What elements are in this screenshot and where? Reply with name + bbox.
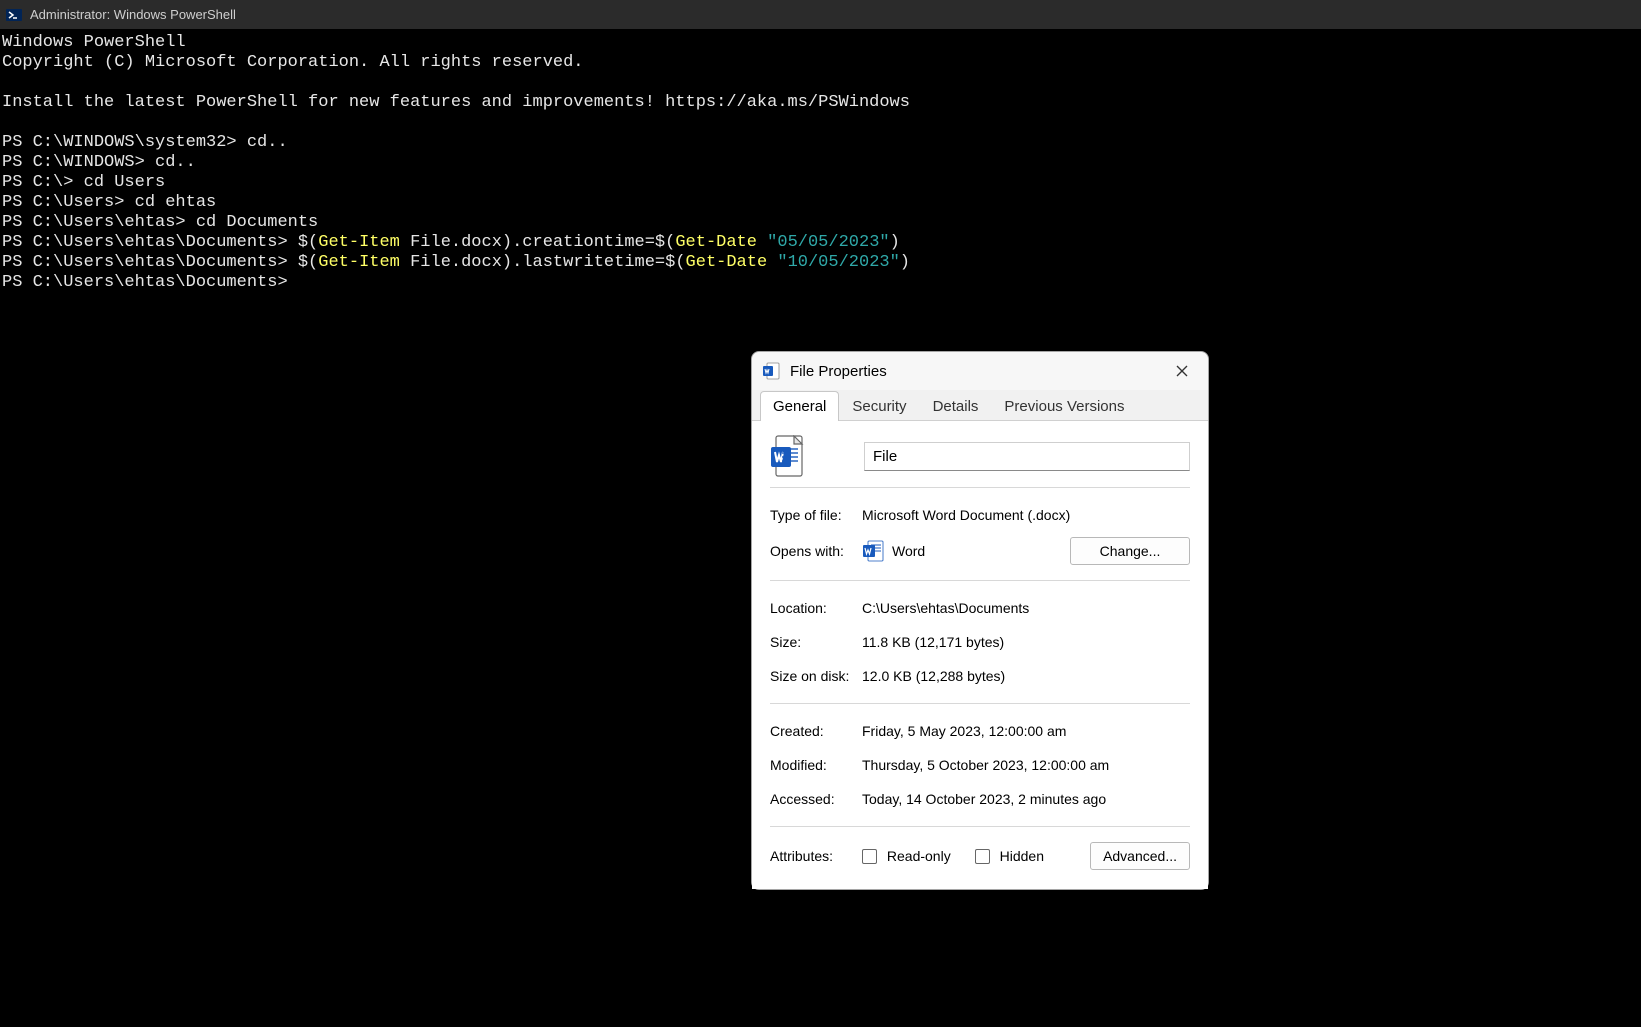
- hidden-label: Hidden: [1000, 848, 1044, 864]
- location-value: C:\Users\ehtas\Documents: [862, 600, 1190, 616]
- size-label: Size:: [770, 634, 862, 650]
- terminal-line: PS C:\Users\ehtas\Documents> $(Get-Item …: [2, 233, 1639, 253]
- terminal-line: [2, 73, 1639, 93]
- window-title: Administrator: Windows PowerShell: [30, 7, 236, 22]
- size-on-disk-value: 12.0 KB (12,288 bytes): [862, 668, 1190, 684]
- hidden-checkbox[interactable]: [975, 849, 990, 864]
- terminal-line: PS C:\WINDOWS> cd..: [2, 153, 1639, 173]
- tab-general[interactable]: General: [760, 391, 839, 421]
- dialog-title-text: File Properties: [790, 363, 1166, 380]
- tab-security[interactable]: Security: [839, 391, 919, 421]
- size-value: 11.8 KB (12,171 bytes): [862, 634, 1190, 650]
- type-of-file-value: Microsoft Word Document (.docx): [862, 507, 1190, 523]
- terminal-line: PS C:\Users\ehtas\Documents> $(Get-Item …: [2, 253, 1639, 273]
- attributes-label: Attributes:: [770, 848, 862, 864]
- tab-strip: GeneralSecurityDetailsPrevious Versions: [752, 390, 1208, 421]
- terminal-output[interactable]: Windows PowerShellCopyright (C) Microsof…: [0, 29, 1641, 297]
- word-doc-icon: [762, 362, 780, 380]
- dialog-titlebar[interactable]: File Properties: [752, 352, 1208, 390]
- accessed-value: Today, 14 October 2023, 2 minutes ago: [862, 791, 1190, 807]
- terminal-line: PS C:\> cd Users: [2, 173, 1639, 193]
- file-properties-dialog: File Properties GeneralSecurityDetailsPr…: [751, 351, 1209, 890]
- filename-input[interactable]: [864, 442, 1190, 471]
- advanced-button[interactable]: Advanced...: [1090, 842, 1190, 870]
- general-tab-panel: Type of file: Microsoft Word Document (.…: [752, 421, 1208, 889]
- modified-label: Modified:: [770, 757, 862, 773]
- type-of-file-label: Type of file:: [770, 507, 862, 523]
- terminal-line: Windows PowerShell: [2, 33, 1639, 53]
- terminal-line: PS C:\Users\ehtas\Documents>: [2, 273, 1639, 293]
- modified-value: Thursday, 5 October 2023, 12:00:00 am: [862, 757, 1190, 773]
- word-app-icon: [862, 540, 884, 562]
- created-value: Friday, 5 May 2023, 12:00:00 am: [862, 723, 1190, 739]
- location-label: Location:: [770, 600, 862, 616]
- terminal-line: PS C:\Users> cd ehtas: [2, 193, 1639, 213]
- readonly-checkbox[interactable]: [862, 849, 877, 864]
- terminal-line: [2, 113, 1639, 133]
- tab-previous-versions[interactable]: Previous Versions: [991, 391, 1137, 421]
- tab-details[interactable]: Details: [920, 391, 992, 421]
- terminal-line: PS C:\Users\ehtas> cd Documents: [2, 213, 1639, 233]
- terminal-line: PS C:\WINDOWS\system32> cd..: [2, 133, 1639, 153]
- size-on-disk-label: Size on disk:: [770, 668, 862, 684]
- file-type-icon: [770, 435, 806, 477]
- hidden-checkbox-group[interactable]: Hidden: [975, 848, 1044, 865]
- powershell-titlebar: Administrator: Windows PowerShell: [0, 0, 1641, 29]
- opens-with-app-name: Word: [892, 543, 925, 559]
- accessed-label: Accessed:: [770, 791, 862, 807]
- powershell-icon: [6, 7, 22, 23]
- opens-with-label: Opens with:: [770, 543, 862, 559]
- terminal-line: Install the latest PowerShell for new fe…: [2, 93, 1639, 113]
- change-button[interactable]: Change...: [1070, 537, 1190, 565]
- readonly-checkbox-group[interactable]: Read-only: [862, 848, 951, 865]
- terminal-line: Copyright (C) Microsoft Corporation. All…: [2, 53, 1639, 73]
- close-button[interactable]: [1166, 357, 1198, 385]
- readonly-label: Read-only: [887, 848, 951, 864]
- created-label: Created:: [770, 723, 862, 739]
